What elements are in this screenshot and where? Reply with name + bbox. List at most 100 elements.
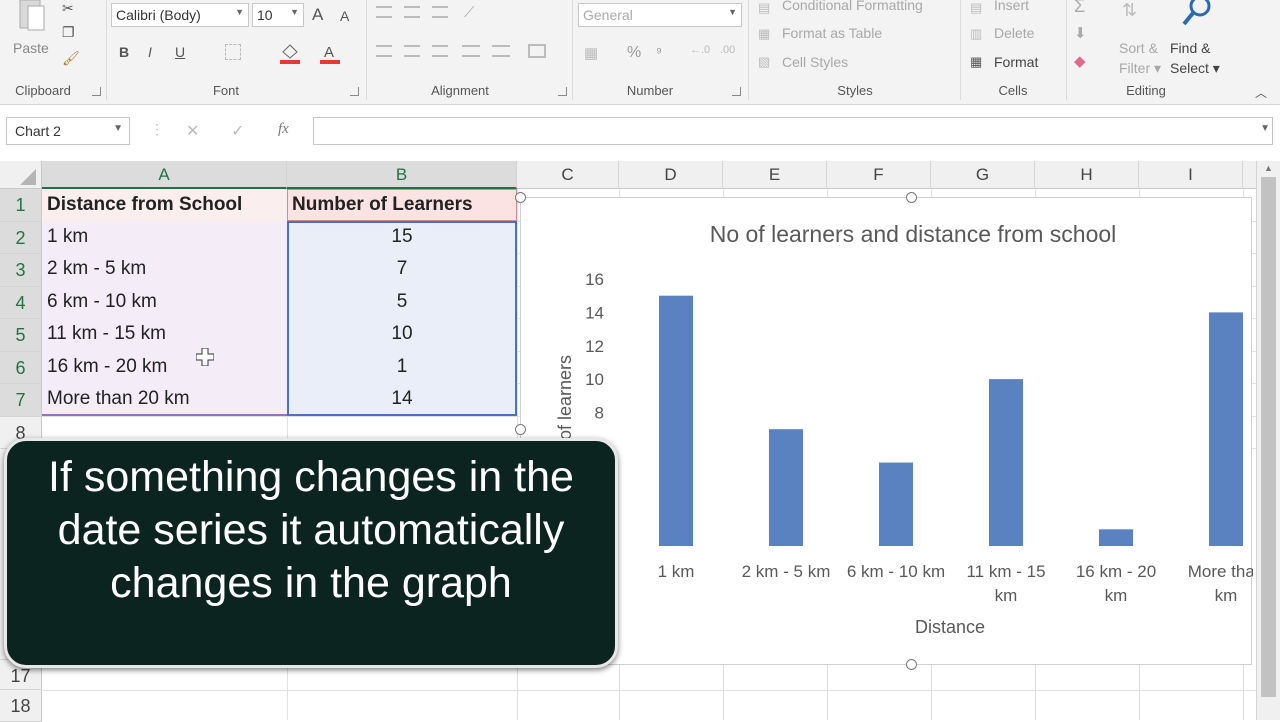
bold-button[interactable]: B [119,44,129,60]
find-select-button[interactable]: Find & Select ▾ [1170,38,1220,78]
merge-center-icon[interactable] [528,44,546,58]
row-header-7[interactable]: 7 [0,384,42,417]
cell-b2[interactable]: 15 [287,221,517,253]
name-box[interactable]: Chart 2 ▼ [6,117,130,145]
number-format-combo[interactable]: General ▼ [578,3,742,27]
percent-style-button[interactable]: % [627,44,641,62]
row-header-2[interactable]: 2 [0,221,42,254]
conditional-formatting-button[interactable]: Conditional Formatting [782,0,923,13]
grow-font-button[interactable]: A [312,5,323,25]
chart-y-axis-title[interactable]: r of learners [555,355,575,451]
column-header-g[interactable]: G [931,161,1035,189]
column-header-e[interactable]: E [723,161,827,189]
chart-resize-handle-top-left[interactable] [515,192,526,203]
column-header-b[interactable]: B [287,161,517,189]
clipboard-launcher-icon[interactable] [92,87,101,96]
bar-4[interactable] [989,379,1023,546]
bar-1[interactable] [659,295,693,546]
chart-x-axis-title[interactable]: Distance [915,617,985,637]
bar-3[interactable] [879,462,913,546]
font-launcher-icon[interactable] [350,87,359,96]
cell-styles-icon[interactable]: ▧ [758,54,770,70]
scroll-up-icon[interactable]: ▲ [1264,163,1273,173]
format-as-table-button[interactable]: Format as Table [782,25,882,41]
formula-cancel-button[interactable]: ✕ [186,121,199,141]
formula-input[interactable]: ▼ [313,117,1273,145]
column-header-a[interactable]: A [42,161,287,189]
comma-style-button[interactable]: ⁹ [656,44,662,60]
row-header-1[interactable]: 1 [0,189,42,222]
row-header-6[interactable]: 6 [0,351,42,384]
cell-styles-button[interactable]: Cell Styles [782,54,848,70]
format-as-table-icon[interactable]: ▦ [758,26,770,42]
insert-cells-button[interactable]: Insert [994,0,1029,13]
align-center-icon[interactable] [404,45,420,57]
format-cells-icon[interactable]: ▦ [970,54,982,70]
scroll-thumb[interactable] [1261,177,1276,697]
row-header-4[interactable]: 4 [0,286,42,319]
row-header-3[interactable]: 3 [0,254,42,287]
increase-indent-icon[interactable] [492,45,510,57]
number-launcher-icon[interactable] [732,87,741,96]
name-box-dropdown-icon[interactable]: ▼ [113,123,123,134]
cell-a5[interactable]: 11 km - 15 km [47,318,166,350]
chart-resize-handle-left[interactable] [515,424,526,435]
find-select-icon[interactable] [1180,0,1214,28]
format-painter-icon[interactable]: 🖌 [62,50,80,67]
paste-icon[interactable] [16,0,46,34]
conditional-formatting-icon[interactable]: ▤ [758,0,770,16]
row-header-18[interactable]: 18 [0,690,42,722]
borders-icon[interactable] [225,44,241,60]
orientation-icon[interactable]: ⟋ [464,4,475,21]
sort-filter-icon[interactable]: ⇅ [1122,0,1137,21]
select-all-corner[interactable] [0,161,42,189]
expand-formula-icon[interactable]: ▼ [1260,123,1270,134]
cell-b1[interactable]: Number of Learners [292,189,473,221]
cell-b4[interactable]: 5 [287,286,517,318]
autosum-icon[interactable]: Σ [1074,0,1085,17]
increase-decimal-icon[interactable]: ←.0 [690,44,710,56]
paste-button[interactable]: Paste [13,40,49,56]
insert-function-button[interactable]: fx [278,121,289,138]
italic-button[interactable]: I [148,44,152,60]
align-middle-icon[interactable] [404,6,420,18]
chart-resize-handle-bottom[interactable] [906,659,917,670]
column-header-i[interactable]: I [1139,161,1243,189]
cut-icon[interactable]: ✂ [62,0,74,17]
row-header-5[interactable]: 5 [0,319,42,352]
font-color-icon[interactable]: A [320,42,340,64]
bar-6[interactable] [1209,312,1243,546]
vertical-scrollbar[interactable]: ▲ [1256,161,1280,720]
cell-b7[interactable]: 14 [287,383,517,415]
underline-button[interactable]: U [175,44,185,60]
collapse-ribbon-icon[interactable]: ︿ [1255,84,1267,101]
cell-b6[interactable]: 1 [287,351,517,383]
column-header-f[interactable]: F [827,161,931,189]
cell-a3[interactable]: 2 km - 5 km [47,253,146,285]
cell-a2[interactable]: 1 km [47,221,88,253]
chart-area[interactable]: No of learners and distance from school … [520,197,1253,665]
fill-icon[interactable]: ⬇ [1074,24,1087,42]
shrink-font-button[interactable]: A [340,8,349,24]
chart-resize-handle-top[interactable] [906,192,917,203]
bar-5[interactable] [1099,529,1133,546]
copy-icon[interactable]: ❐ [62,24,75,41]
cell-b3[interactable]: 7 [287,253,517,285]
align-top-icon[interactable] [376,6,392,18]
column-header-h[interactable]: H [1035,161,1139,189]
alignment-launcher-icon[interactable] [558,87,567,96]
fill-color-icon[interactable] [280,42,300,64]
cell-b5[interactable]: 10 [287,318,517,350]
align-left-icon[interactable] [376,45,392,57]
align-bottom-icon[interactable] [432,6,448,18]
column-header-c[interactable]: C [517,161,619,189]
clear-icon[interactable]: ◆ [1074,52,1086,70]
delete-cells-button[interactable]: Delete [994,25,1034,41]
format-cells-button[interactable]: Format [994,54,1038,70]
cell-a4[interactable]: 6 km - 10 km [47,286,157,318]
delete-cells-icon[interactable]: ▥ [970,26,982,42]
decrease-decimal-icon[interactable]: .00 [720,44,735,56]
accounting-format-icon[interactable]: ▦ [584,44,598,62]
insert-cells-icon[interactable]: ▤ [970,0,982,16]
cell-a7[interactable]: More than 20 km [47,383,190,415]
